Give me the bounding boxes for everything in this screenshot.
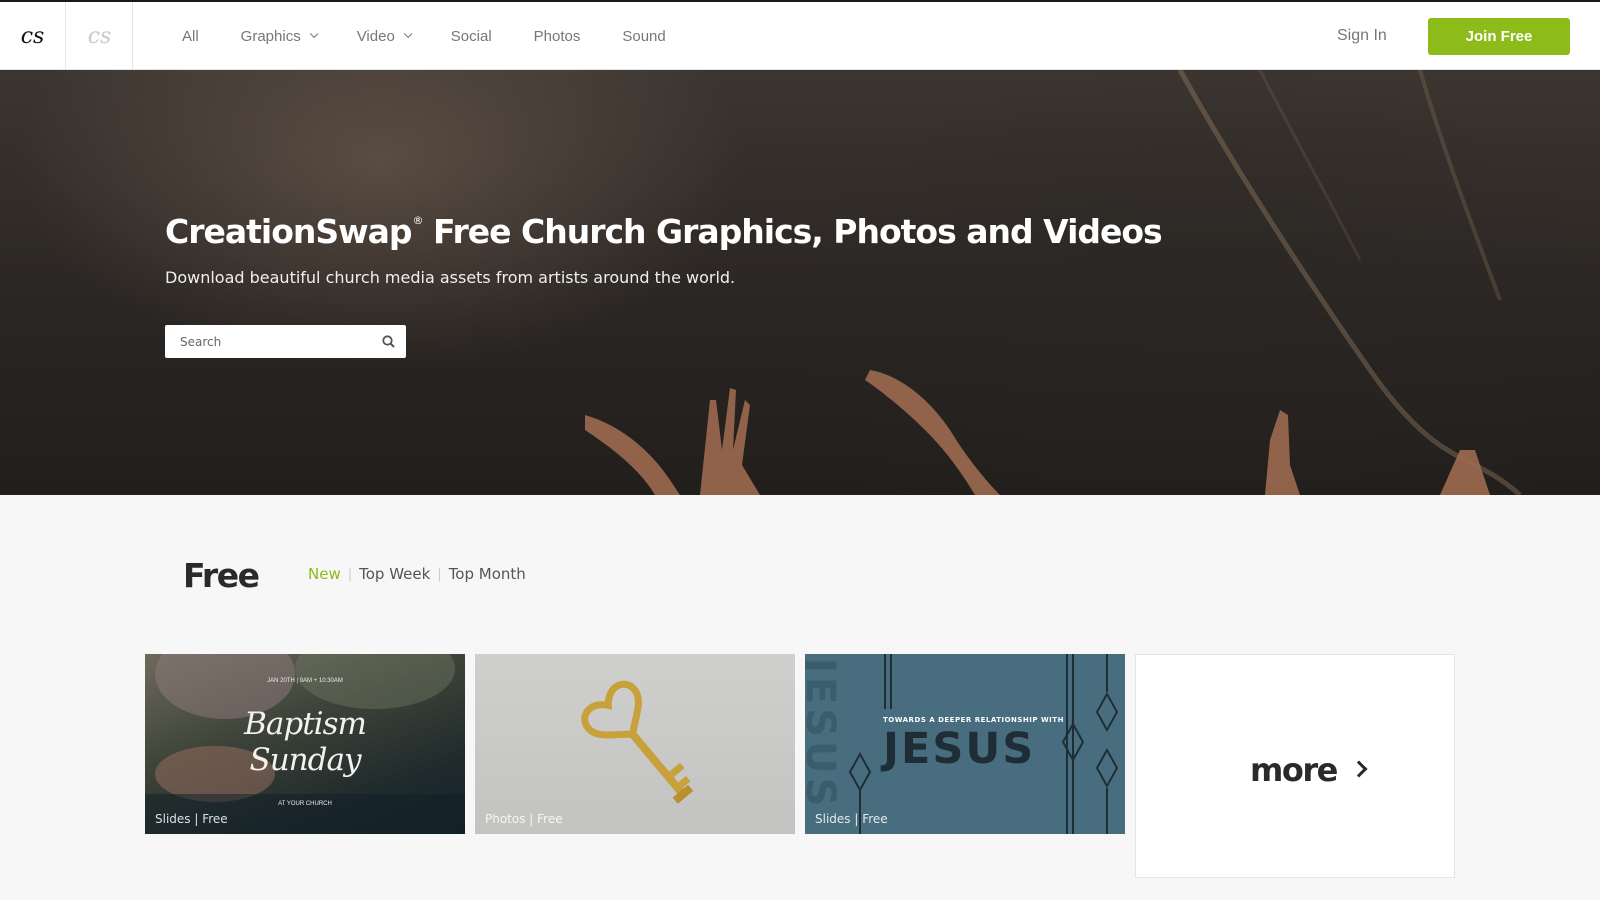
filter-top-month[interactable]: Top Month <box>449 565 526 583</box>
media-card[interactable]: JAN 20TH | 9AM + 10:30AM Baptism Sunday … <box>145 654 465 834</box>
hero-title-rest: Free Church Graphics, Photos and Videos <box>433 212 1163 251</box>
divider: | <box>347 566 353 582</box>
search-input[interactable] <box>165 325 365 358</box>
nav-item-label: Sound <box>622 27 666 45</box>
card-image-golden-key <box>581 680 694 804</box>
nav-item-label: Photos <box>533 27 581 45</box>
card-art-footer: AT YOUR CHURCH <box>278 801 332 807</box>
nav-item-social[interactable]: Social <box>451 28 492 45</box>
nav-item-label: All <box>182 27 199 45</box>
nav-item-graphics[interactable]: Graphics <box>240 27 319 45</box>
main-nav: All Graphics Video Social Photos Sound <box>182 2 708 70</box>
logo-secondary[interactable]: cs <box>67 2 133 70</box>
divider: | <box>437 566 442 582</box>
brand-name: CreationSwap <box>165 212 413 251</box>
join-free-button[interactable]: Join Free <box>1428 18 1570 55</box>
sign-in-link[interactable]: Sign In <box>1337 27 1387 45</box>
media-card[interactable]: Photos | Free <box>475 654 795 834</box>
nav-item-sound[interactable]: Sound <box>622 28 665 45</box>
more-button[interactable]: more <box>1135 654 1455 878</box>
top-navigation-bar: cs cs All Graphics Video Social Photos S… <box>0 0 1600 70</box>
hero-banner: CreationSwap® Free Church Graphics, Phot… <box>0 70 1600 495</box>
card-art-kicker: TOWARDS A DEEPER RELATIONSHIP WITH <box>883 716 1064 724</box>
section-title: Free <box>183 556 260 595</box>
nav-item-label: Graphics <box>240 27 301 45</box>
card-art-title: JESUS <box>883 724 1036 774</box>
hero-subtitle: Download beautiful church media assets f… <box>165 268 736 287</box>
hero-title: CreationSwap® Free Church Graphics, Phot… <box>165 212 1163 251</box>
nav-item-video[interactable]: Video <box>356 27 413 45</box>
more-label: more <box>1250 751 1338 789</box>
filter-new[interactable]: New <box>308 565 341 583</box>
card-meta: Slides | Free <box>815 812 888 826</box>
chevron-down-icon <box>403 29 413 39</box>
search-box <box>165 325 406 358</box>
card-meta: Slides | Free <box>155 812 228 826</box>
registered-mark: ® <box>412 214 424 227</box>
chevron-right-icon <box>1350 760 1368 778</box>
nav-item-photos[interactable]: Photos <box>534 28 581 45</box>
card-meta: Photos | Free <box>485 812 563 826</box>
chevron-down-icon <box>309 29 319 39</box>
search-icon[interactable] <box>380 333 398 351</box>
nav-item-label: Video <box>356 27 395 45</box>
card-art-title: Baptism <box>244 706 367 742</box>
nav-item-label: Social <box>450 27 492 45</box>
media-card[interactable]: JESUS TOWARDS A DEEPER RELATIONSHIP WITH… <box>805 654 1125 834</box>
nav-item-all[interactable]: All <box>182 28 199 45</box>
logo-primary[interactable]: cs <box>0 2 66 70</box>
filter-tabs: New | Top Week | Top Month <box>308 565 526 583</box>
card-art-date: JAN 20TH | 9AM + 10:30AM <box>267 678 343 684</box>
card-art-title: Sunday <box>249 742 361 778</box>
filter-top-week[interactable]: Top Week <box>359 565 430 583</box>
